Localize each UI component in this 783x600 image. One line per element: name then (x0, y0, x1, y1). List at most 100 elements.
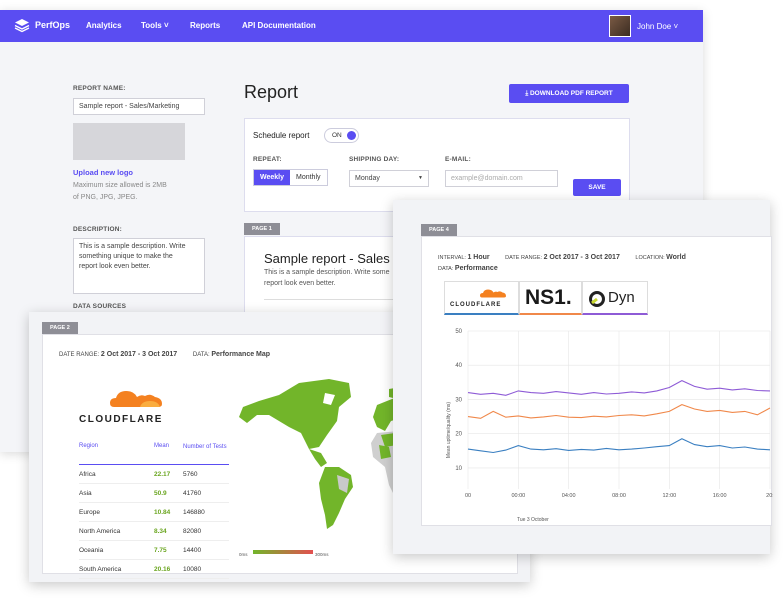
table-row: North America 8.34 82080 (79, 522, 229, 541)
y-tick-label: 40 (455, 363, 462, 369)
region-cell: North America (79, 528, 121, 535)
report-name-label: REPORT NAME: (73, 85, 126, 92)
divider (264, 299, 414, 300)
y-tick-label: 10 (455, 466, 462, 472)
page4-card: INTERVAL: 1 Hour DATE RANGE: 2 Oct 2017 … (421, 236, 773, 526)
x-tick-label: 00 (465, 493, 471, 499)
date-range-value: 2 Oct 2017 - 3 Oct 2017 (100, 351, 178, 358)
mean-cell: 7.75 (154, 547, 167, 554)
axis-labels: 10 20 30 40 50 00 00:00 04:00 08:00 12:00 16:00 20: (455, 329, 773, 499)
avatar (609, 15, 631, 37)
date-range-value: 2 Oct 2017 - 3 Oct 2017 (543, 254, 620, 261)
user-name: John Doe ˅ (637, 21, 679, 31)
data-label: DATA: (438, 266, 454, 272)
location-label: LOCATION: (635, 255, 665, 261)
schedule-toggle[interactable]: ON (324, 128, 359, 143)
dyn-ring-icon (589, 291, 605, 307)
x-tick-label: 00:00 (511, 493, 525, 499)
upload-logo-link[interactable]: Upload new logo (73, 168, 133, 177)
y-tick-label: 20 (455, 432, 462, 438)
data-sources-label: DATA SOURCES (73, 303, 127, 310)
download-pdf-button[interactable]: ⤓ DOWNLOAD PDF REPORT (509, 84, 629, 103)
shipping-day-select[interactable]: Monday ▼ (349, 170, 429, 187)
provider-cloudflare: CLOUDFLARE (444, 281, 519, 315)
tests-cell: 82080 (183, 528, 202, 535)
x-tick-label: 08:00 (612, 493, 626, 499)
shipping-day-label: SHIPPING DAY: (349, 156, 400, 163)
dyn-wordmark: Dyn (608, 289, 635, 306)
region-cell: Oceania (79, 547, 104, 554)
table-row: South America 20.16 10080 (79, 560, 229, 579)
cloud-icon (110, 391, 162, 407)
description-line-2: something unique to make the (79, 253, 173, 260)
cloud-icon (480, 289, 506, 298)
tests-cell: 41760 (183, 490, 202, 497)
repeat-monthly[interactable]: Monthly (290, 170, 327, 185)
nav-api-docs[interactable]: API Documentation (242, 21, 316, 30)
x-axis-sublabel: Tue 3 October (517, 517, 549, 523)
page1-tab[interactable]: PAGE 1 (244, 223, 280, 235)
email-field[interactable]: example@domain.com (445, 170, 558, 187)
tests-cell: 14400 (183, 547, 202, 554)
tests-cell: 146880 (183, 509, 205, 516)
brand-logo[interactable]: PerfOps (14, 17, 70, 33)
toggle-label: ON (332, 132, 342, 139)
table-row: Africa 22.17 5760 (79, 465, 229, 484)
region-cell: Asia (79, 490, 92, 497)
user-menu[interactable]: John Doe ˅ (609, 15, 678, 37)
date-range-label: DATE RANGE: (505, 255, 543, 261)
cloudflare-wordmark: CLOUDFLARE (450, 302, 502, 308)
nav-reports[interactable]: Reports (190, 21, 220, 30)
repeat-weekly[interactable]: Weekly (254, 170, 290, 185)
page2-tab[interactable]: PAGE 2 (42, 322, 78, 334)
x-tick-label: 12:00 (662, 493, 676, 499)
south-america-shape (319, 467, 353, 529)
tests-cell: 10080 (183, 566, 202, 573)
page4-panel: PAGE 4 INTERVAL: 1 Hour DATE RANGE: 2 Oc… (393, 200, 773, 554)
legend-min: 0ms (239, 552, 248, 557)
col-region: Region (79, 443, 99, 449)
description-line-1: This is a sample description. Write (79, 243, 186, 250)
report-name-input[interactable]: Sample report - Sales/Marketing (73, 98, 205, 115)
email-label: E-MAIL: (445, 156, 471, 163)
interval-label: INTERVAL: (438, 255, 466, 261)
page1-title: Sample report - Sales (264, 251, 390, 266)
data-value: Performance Map (211, 351, 271, 358)
cloudflare-wordmark: CLOUDFLARE (79, 414, 163, 425)
nav-tools[interactable]: Tools ˅ (141, 21, 169, 30)
date-range-label: DATE RANGE: (59, 352, 100, 358)
schedule-label: Schedule report (253, 131, 310, 140)
x-tick-label: 16:00 (713, 493, 727, 499)
legend-max: 300ms (315, 552, 329, 557)
page4-meta-2: DATA: Performance (438, 265, 498, 272)
region-table: Region Mean Number of Tests Africa 22.17 5… (79, 441, 229, 579)
table-row: Europe 10.84 146880 (79, 503, 229, 522)
page-title: Report (244, 82, 299, 102)
upload-hint-1: Maximum size allowed is 2MB (73, 182, 167, 189)
provider-logos: CLOUDFLARE NS1. Dyn (444, 281, 648, 315)
page4-tab[interactable]: PAGE 4 (421, 224, 457, 236)
description-textarea[interactable]: This is a sample description. Write some… (73, 238, 205, 294)
upload-hint-2: of PNG, JPG, JPEG. (73, 194, 138, 201)
chevron-down-icon: ▼ (418, 175, 423, 181)
shipping-day-value: Monday (355, 175, 380, 182)
performance-line-chart: 10 20 30 40 50 00 00:00 04:00 08:00 12:00 16:00 20:… (446, 329, 773, 523)
col-tests: Number of Tests (183, 444, 227, 450)
tests-cell: 5760 (183, 471, 198, 478)
page1-desc-2: report look even better. (264, 280, 336, 287)
y-axis-label: Mean uptime/quality (ms) (446, 402, 452, 458)
save-button[interactable]: SAVE (573, 179, 621, 196)
x-tick-label: 04:00 (562, 493, 576, 499)
nav-analytics[interactable]: Analytics (86, 21, 122, 30)
mean-cell: 20.16 (154, 566, 171, 573)
col-mean: Mean (154, 443, 170, 449)
repeat-label: REPEAT: (253, 156, 282, 163)
region-cell: South America (79, 566, 122, 573)
mean-cell: 22.17 (154, 471, 171, 478)
schedule-card: Schedule report ON REPEAT: Weekly Monthl… (244, 118, 630, 212)
provider-ns1: NS1. (519, 281, 582, 315)
table-row: Oceania 7.75 14400 (79, 541, 229, 560)
region-cell: Africa (79, 471, 96, 478)
location-value: World (666, 254, 686, 261)
mean-cell: 8.34 (154, 528, 167, 535)
